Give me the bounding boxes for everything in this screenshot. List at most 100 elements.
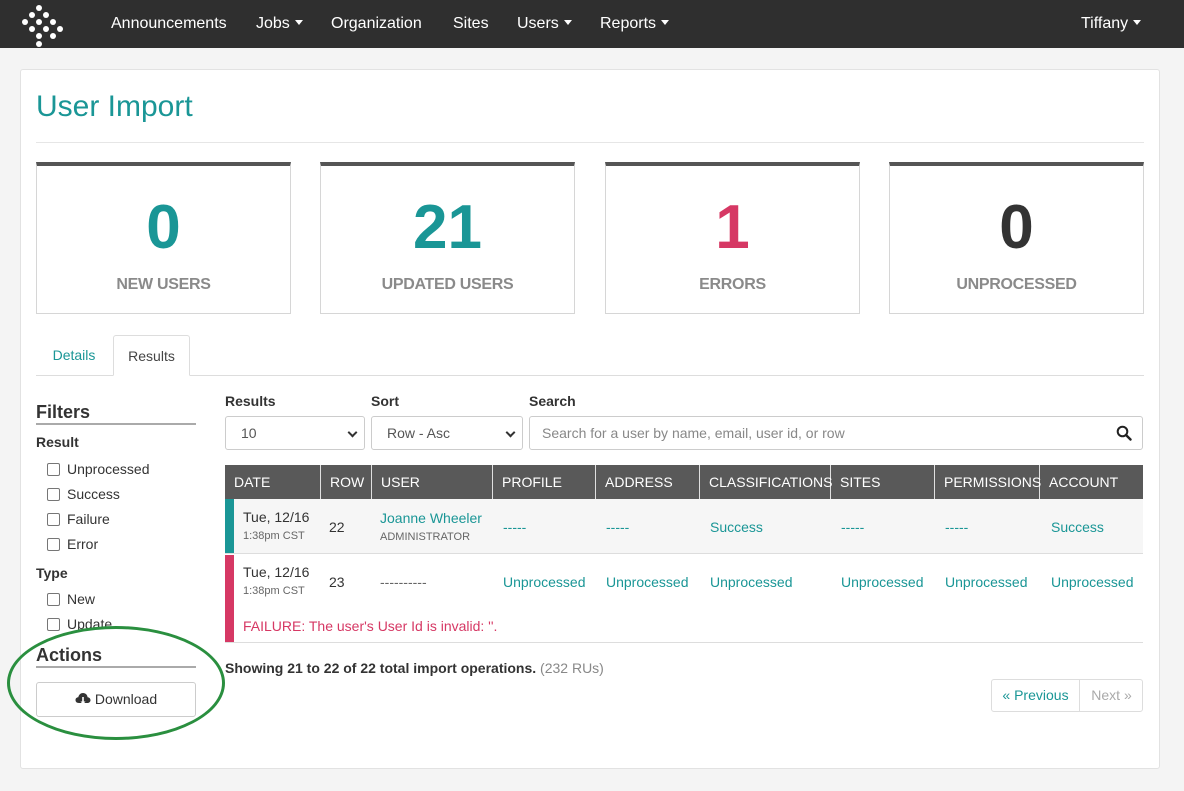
caret-down-icon xyxy=(563,20,572,26)
permissions-cell[interactable]: Unprocessed xyxy=(945,574,1028,590)
main-card: User Import 0 NEW USERS 21 UPDATED USERS… xyxy=(7,69,1160,769)
row-number-cell: 23 xyxy=(329,574,345,590)
time-cell: 1:38pm CST xyxy=(243,530,305,542)
profile-cell[interactable]: Unprocessed xyxy=(503,574,586,590)
user-role: ADMINISTRATOR xyxy=(380,531,471,543)
address-cell[interactable]: Unprocessed xyxy=(606,574,689,590)
stat-value: 21 xyxy=(413,193,482,262)
tabs-divider xyxy=(36,375,1144,376)
sort-label: Sort xyxy=(371,393,399,409)
column-header[interactable]: ADDRESS xyxy=(596,465,700,499)
sites-cell[interactable]: ----- xyxy=(841,519,864,535)
checkbox-label: Unprocessed xyxy=(67,461,150,477)
checkbox-label: Update xyxy=(67,616,113,632)
account-cell[interactable]: Success xyxy=(1051,519,1104,535)
stat-updated-users: 21 UPDATED USERS xyxy=(320,162,575,314)
stat-unprocessed: 0 UNPROCESSED xyxy=(889,162,1144,314)
search-label: Search xyxy=(529,393,576,409)
search-icon[interactable] xyxy=(1116,425,1132,441)
top-navbar: Announcements Jobs Organization Sites Us… xyxy=(0,0,1184,48)
sort-select[interactable]: Row - Asc xyxy=(371,416,523,450)
caret-down-icon xyxy=(294,20,303,26)
checkbox[interactable] xyxy=(47,488,60,501)
table-header: DATE ROW USER PROFILE ADDRESS CLASSIFICA… xyxy=(225,465,1143,499)
column-header[interactable]: PROFILE xyxy=(493,465,596,499)
nav-sites[interactable]: Sites xyxy=(453,0,489,48)
tab-results[interactable]: Results xyxy=(113,335,190,376)
column-header[interactable]: DATE xyxy=(225,465,321,499)
classifications-cell[interactable]: Unprocessed xyxy=(710,574,793,590)
account-cell[interactable]: Unprocessed xyxy=(1051,574,1134,590)
column-header[interactable]: CLASSIFICATIONS xyxy=(700,465,832,499)
nav-jobs[interactable]: Jobs xyxy=(256,0,303,48)
checkbox[interactable] xyxy=(47,463,60,476)
date-cell: Tue, 12/16 xyxy=(243,509,310,525)
table-row[interactable]: Tue, 12/16 1:38pm CST 22 Joanne Wheeler … xyxy=(225,499,1143,554)
user-link[interactable]: Joanne Wheeler xyxy=(380,510,482,526)
checkbox[interactable] xyxy=(47,538,60,551)
results-per-page-select[interactable]: 10 xyxy=(225,416,365,450)
next-page-button[interactable]: Next » xyxy=(1080,680,1143,711)
checkbox-label: Failure xyxy=(67,511,110,527)
app-logo-icon[interactable] xyxy=(18,4,64,48)
checkbox-label: Success xyxy=(67,486,120,502)
nav-reports[interactable]: Reports xyxy=(600,0,670,48)
permissions-cell[interactable]: ----- xyxy=(945,519,968,535)
filter-update[interactable]: Update xyxy=(47,615,112,633)
filter-new[interactable]: New xyxy=(47,590,95,608)
ru-count: (232 RUs) xyxy=(540,660,604,676)
stat-errors: 1 ERRORS xyxy=(605,162,860,314)
failure-message: FAILURE: The user's User Id is invalid: … xyxy=(243,618,498,634)
filter-unprocessed[interactable]: Unprocessed xyxy=(47,460,150,478)
type-filter-label: Type xyxy=(36,565,68,581)
user-menu[interactable]: Tiffany xyxy=(1081,0,1142,48)
column-header[interactable]: ACCOUNT xyxy=(1040,465,1143,499)
user-name: Tiffany xyxy=(1081,15,1129,32)
checkbox-label: Error xyxy=(67,536,99,552)
filter-failure[interactable]: Failure xyxy=(47,510,110,528)
caret-down-icon xyxy=(661,20,670,26)
checkbox[interactable] xyxy=(47,593,60,606)
nav-label: Organization xyxy=(331,15,422,32)
status-indicator xyxy=(225,555,234,642)
search-input[interactable]: Search for a user by name, email, user i… xyxy=(529,416,1143,450)
download-button[interactable]: Download xyxy=(36,682,196,717)
nav-label: Users xyxy=(517,15,559,32)
stat-new-users: 0 NEW USERS xyxy=(36,162,291,314)
summary-text: Showing 21 to 22 of 22 total import oper… xyxy=(225,660,537,676)
nav-announcements[interactable]: Announcements xyxy=(111,0,227,48)
sites-cell[interactable]: Unprocessed xyxy=(841,574,924,590)
nav-label: Reports xyxy=(600,15,657,32)
profile-cell[interactable]: ----- xyxy=(503,519,526,535)
column-header[interactable]: ROW xyxy=(321,465,372,499)
status-indicator xyxy=(225,499,234,553)
nav-organization[interactable]: Organization xyxy=(331,0,422,48)
table-row[interactable]: Tue, 12/16 1:38pm CST 23 ---------- Unpr… xyxy=(225,555,1143,643)
address-cell[interactable]: ----- xyxy=(606,519,629,535)
checkbox[interactable] xyxy=(47,618,60,631)
stat-label: ERRORS xyxy=(699,276,766,293)
stat-label: UNPROCESSED xyxy=(956,276,1077,293)
caret-down-icon xyxy=(1133,20,1142,26)
nav-users[interactable]: Users xyxy=(517,0,572,48)
column-header[interactable]: USER xyxy=(372,465,493,499)
pagination: « Previous Next » xyxy=(991,679,1143,712)
column-header[interactable]: SITES xyxy=(831,465,935,499)
results-per-page-label: Results xyxy=(225,393,276,409)
filter-error[interactable]: Error xyxy=(47,535,98,553)
classifications-cell[interactable]: Success xyxy=(710,519,763,535)
nav-label: Sites xyxy=(453,15,489,32)
column-header[interactable]: PERMISSIONS xyxy=(935,465,1041,499)
filter-success[interactable]: Success xyxy=(47,485,120,503)
actions-heading: Actions xyxy=(36,644,196,668)
divider xyxy=(36,142,1144,143)
filters-heading: Filters xyxy=(36,401,196,425)
stat-label: UPDATED USERS xyxy=(381,276,514,293)
user-cell: ---------- xyxy=(380,574,427,590)
select-value: 10 xyxy=(241,425,257,441)
cloud-download-icon xyxy=(75,693,91,705)
previous-page-button[interactable]: « Previous xyxy=(992,680,1080,711)
tab-details[interactable]: Details xyxy=(36,335,112,376)
stat-value: 1 xyxy=(715,193,750,262)
checkbox[interactable] xyxy=(47,513,60,526)
